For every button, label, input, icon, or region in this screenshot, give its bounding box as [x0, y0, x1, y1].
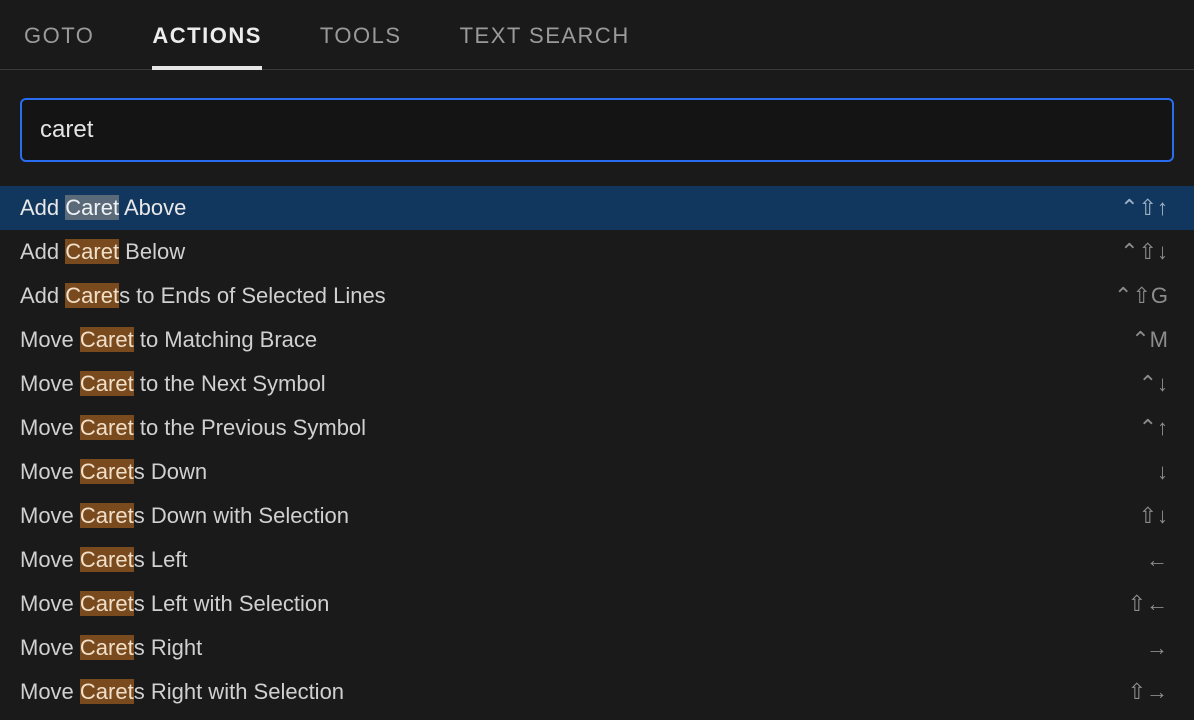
result-label: Move Carets Down — [20, 459, 1088, 485]
match-highlight: Caret — [80, 679, 134, 704]
result-shortcut: ⌃⇧G — [1088, 283, 1168, 309]
result-row[interactable]: Move Caret to the Previous Symbol⌃↑ — [0, 406, 1194, 450]
result-shortcut: ⇧← — [1088, 591, 1168, 617]
match-highlight: Caret — [80, 503, 134, 528]
result-row[interactable]: Move Carets Down↓ — [0, 450, 1194, 494]
result-label: Add Caret Above — [20, 195, 1088, 221]
result-shortcut: → — [1088, 635, 1168, 661]
result-row[interactable]: Move Carets Down with Selection⇧↓ — [0, 494, 1194, 538]
result-label: Move Carets Right — [20, 635, 1088, 661]
result-shortcut: ⌃⇧↑ — [1088, 195, 1168, 221]
result-row[interactable]: Add Caret Above⌃⇧↑ — [0, 186, 1194, 230]
search-input[interactable] — [20, 98, 1174, 162]
result-row[interactable]: Move Carets Left← — [0, 538, 1194, 582]
tab-actions[interactable]: ACTIONS — [152, 1, 262, 69]
result-label: Move Carets Down with Selection — [20, 503, 1088, 529]
tab-tools[interactable]: TOOLS — [320, 1, 402, 69]
result-row[interactable]: Move Carets Right→ — [0, 626, 1194, 670]
result-row[interactable]: Move Caret to the Next Symbol⌃↓ — [0, 362, 1194, 406]
match-highlight: Caret — [80, 415, 134, 440]
match-highlight: Caret — [65, 195, 119, 220]
results-list: Add Caret Above⌃⇧↑Add Caret Below⌃⇧↓Add … — [0, 186, 1194, 714]
result-label: Move Carets Left with Selection — [20, 591, 1088, 617]
tab-goto[interactable]: GOTO — [24, 1, 94, 69]
result-label: Move Carets Left — [20, 547, 1088, 573]
result-shortcut: ⌃↑ — [1088, 415, 1168, 441]
match-highlight: Caret — [65, 239, 119, 264]
result-label: Move Carets Right with Selection — [20, 679, 1088, 705]
result-label: Add Carets to Ends of Selected Lines — [20, 283, 1088, 309]
result-shortcut: ⌃⇧↓ — [1088, 239, 1168, 265]
result-label: Add Caret Below — [20, 239, 1088, 265]
result-label: Move Caret to Matching Brace — [20, 327, 1088, 353]
result-shortcut: ⌃M — [1088, 327, 1168, 353]
result-row[interactable]: Add Caret Below⌃⇧↓ — [0, 230, 1194, 274]
result-shortcut: ↓ — [1088, 459, 1168, 485]
match-highlight: Caret — [80, 371, 134, 396]
result-row[interactable]: Move Carets Right with Selection⇧→ — [0, 670, 1194, 714]
result-row[interactable]: Move Carets Left with Selection⇧← — [0, 582, 1194, 626]
result-row[interactable]: Move Caret to Matching Brace⌃M — [0, 318, 1194, 362]
result-label: Move Caret to the Previous Symbol — [20, 415, 1088, 441]
result-shortcut: ⇧→ — [1088, 679, 1168, 705]
result-label: Move Caret to the Next Symbol — [20, 371, 1088, 397]
match-highlight: Caret — [80, 327, 134, 352]
tab-bar: GOTO ACTIONS TOOLS TEXT SEARCH — [0, 0, 1194, 70]
match-highlight: Caret — [80, 591, 134, 616]
result-row[interactable]: Add Carets to Ends of Selected Lines⌃⇧G — [0, 274, 1194, 318]
match-highlight: Caret — [80, 547, 134, 572]
match-highlight: Caret — [65, 283, 119, 308]
result-shortcut: ⇧↓ — [1088, 503, 1168, 529]
match-highlight: Caret — [80, 459, 134, 484]
result-shortcut: ⌃↓ — [1088, 371, 1168, 397]
result-shortcut: ← — [1088, 547, 1168, 573]
match-highlight: Caret — [80, 635, 134, 660]
search-wrap — [0, 70, 1194, 186]
tab-text-search[interactable]: TEXT SEARCH — [460, 1, 630, 69]
